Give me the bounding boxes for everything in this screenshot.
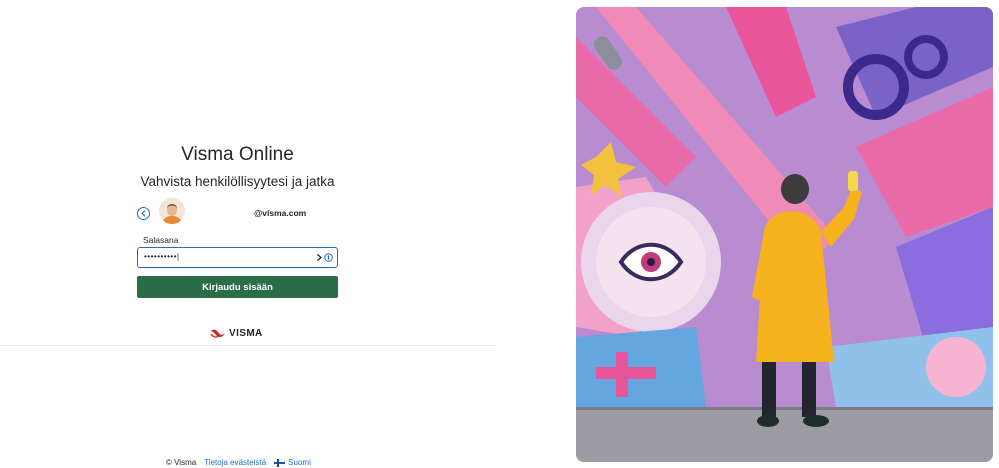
avatar [159, 198, 185, 224]
visma-logo: VISMA [210, 325, 263, 341]
page-subtitle: Vahvista henkilöllisyytesi ja jatka [140, 174, 335, 189]
divider [0, 345, 495, 346]
signin-button[interactable]: Kirjaudu sisään [137, 276, 338, 298]
finland-flag-icon [274, 458, 286, 467]
chevron-left-icon [141, 210, 146, 217]
copyright-text: © Visma [166, 458, 197, 467]
visma-logo-icon [210, 329, 225, 338]
hero-image [576, 7, 993, 462]
page-title: Visma Online [181, 144, 294, 165]
password-field[interactable]: ••••••••••| [137, 247, 338, 268]
cookies-link[interactable]: Tietoja evästeistä [204, 458, 266, 467]
password-manager-icon[interactable] [316, 251, 333, 263]
language-label: Suomi [288, 458, 311, 467]
back-button[interactable] [137, 207, 150, 220]
footer: © Visma Tietoja evästeistä Suomi [166, 458, 311, 467]
visma-wordmark: VISMA [229, 327, 263, 339]
password-value: ••••••••••| [144, 252, 180, 261]
language-selector[interactable]: Suomi [274, 458, 311, 467]
password-label: Salasana [143, 235, 179, 245]
account-email: @visma.com [254, 208, 307, 218]
login-panel: Visma Online Vahvista henkilöllisyytesi … [0, 0, 495, 468]
